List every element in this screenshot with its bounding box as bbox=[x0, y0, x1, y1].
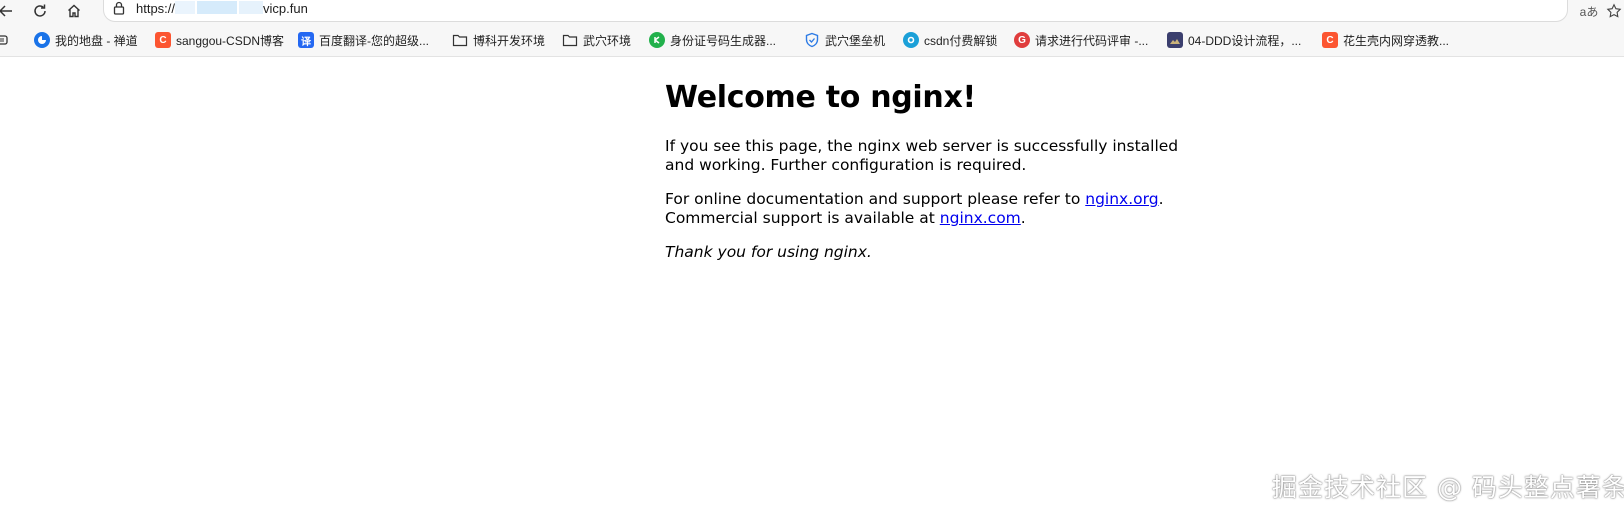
zentao-icon bbox=[34, 32, 50, 48]
bookmark-label: 请求进行代码评审 -... bbox=[1035, 33, 1149, 48]
bookmark-item[interactable]: 04-DDD设计流程，... bbox=[1167, 30, 1301, 50]
browser-window: https:// vicp.fun aあ 我的地盘 - 禅道 C sanggou-… bbox=[0, 0, 1624, 515]
bookmark-label: csdn付费解锁 bbox=[924, 33, 998, 48]
bookmark-label: 我的地盘 - 禅道 bbox=[55, 33, 138, 48]
lock-icon bbox=[112, 0, 126, 21]
home-button[interactable] bbox=[62, 0, 86, 22]
punctuation: . bbox=[1158, 190, 1164, 208]
bookmark-item[interactable]: C sanggou-CSDN博客 bbox=[155, 30, 284, 50]
punctuation: . bbox=[1020, 209, 1026, 227]
bookmark-item[interactable]: 我的地盘 - 禅道 bbox=[34, 30, 138, 50]
star-icon bbox=[1606, 3, 1622, 18]
thanks-message: Thank you for using nginx. bbox=[665, 243, 872, 261]
install-message: If you see this page, the nginx web serv… bbox=[665, 137, 1179, 174]
bookmark-label: 武穴环境 bbox=[583, 33, 632, 48]
csdn-icon: C bbox=[155, 32, 171, 48]
baidu-translate-icon: 译 bbox=[298, 32, 314, 48]
watermark: 掘金技术社区 @ 码头整点薯条 bbox=[1272, 473, 1624, 502]
nginx-welcome-content: Welcome to nginx! If you see this page, … bbox=[665, 80, 1185, 277]
bookmark-item[interactable]: csdn付费解锁 bbox=[903, 30, 997, 50]
bookmarks-bar: 我的地盘 - 禅道 C sanggou-CSDN博客 译 百度翻译-您的超级..… bbox=[0, 22, 1624, 57]
nginx-org-link[interactable]: nginx.org bbox=[1085, 190, 1158, 208]
bookmark-label: 武穴堡垒机 bbox=[825, 33, 886, 48]
commercial-text: Commercial support is available at bbox=[665, 209, 940, 227]
folder-icon bbox=[562, 34, 578, 47]
page-title: Welcome to nginx! bbox=[665, 80, 976, 115]
bookmark-label: 身份证号码生成器... bbox=[670, 33, 777, 48]
read-aloud-button[interactable]: aあ bbox=[1577, 1, 1601, 21]
refresh-button[interactable] bbox=[28, 0, 52, 22]
bookmarks-overflow-button[interactable] bbox=[0, 30, 8, 50]
docs-message: For online documentation and support ple… bbox=[665, 190, 1185, 228]
bookmark-item[interactable]: 武穴堡垒机 bbox=[804, 30, 885, 50]
image-thumb-icon bbox=[1167, 32, 1183, 48]
url-redaction bbox=[175, 1, 264, 14]
shield-icon bbox=[805, 32, 819, 48]
back-button[interactable] bbox=[0, 0, 18, 22]
gitlab-review-icon: G bbox=[1014, 32, 1030, 48]
bookmark-item[interactable]: G 请求进行代码评审 -... bbox=[1014, 30, 1148, 50]
bookmark-label: 博科开发环境 bbox=[473, 33, 546, 48]
bookmark-folder[interactable]: 武穴环境 bbox=[562, 30, 631, 50]
home-icon bbox=[68, 4, 80, 18]
favorite-button[interactable] bbox=[1604, 1, 1624, 21]
nginx-com-link[interactable]: nginx.com bbox=[940, 209, 1021, 227]
id-generator-icon bbox=[649, 32, 665, 48]
bookmark-item[interactable]: 译 百度翻译-您的超级... bbox=[298, 30, 429, 50]
bookmark-label: 04-DDD设计流程，... bbox=[1188, 33, 1302, 48]
csdn-unlock-icon bbox=[903, 32, 919, 48]
back-arrow-icon bbox=[0, 5, 12, 17]
docs-text: For online documentation and support ple… bbox=[665, 190, 1086, 208]
url-suffix: vicp.fun bbox=[263, 1, 308, 16]
csdn-icon: C bbox=[1322, 32, 1338, 48]
bookmark-label: 花生壳内网穿透教... bbox=[1343, 33, 1450, 48]
url-text: https:// vicp.fun bbox=[136, 1, 308, 16]
bookmarks-icon bbox=[0, 35, 8, 45]
address-bar-row: https:// vicp.fun aあ bbox=[0, 0, 1624, 22]
bookmark-label: 百度翻译-您的超级... bbox=[319, 33, 429, 48]
folder-icon bbox=[452, 34, 468, 47]
url-prefix: https:// bbox=[136, 1, 176, 16]
bookmark-label: sanggou-CSDN博客 bbox=[176, 33, 285, 48]
bookmark-item[interactable]: C 花生壳内网穿透教... bbox=[1322, 30, 1449, 50]
refresh-icon bbox=[34, 4, 46, 17]
bookmark-folder[interactable]: 博科开发环境 bbox=[452, 30, 545, 50]
bookmark-item[interactable]: 身份证号码生成器... bbox=[649, 30, 776, 50]
url-field[interactable]: https:// vicp.fun bbox=[103, 0, 1568, 22]
